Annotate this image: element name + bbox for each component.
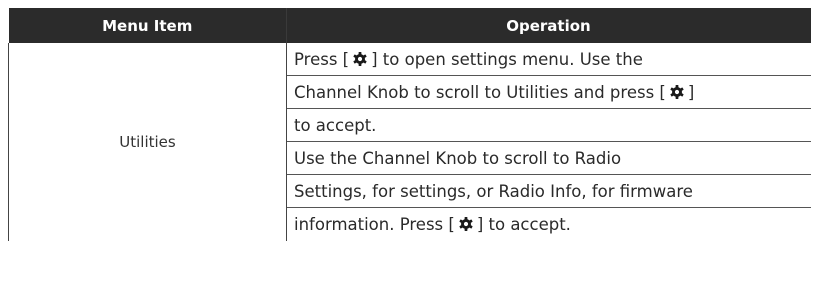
operation-line: information. Press [ ] to accept. xyxy=(287,208,811,241)
operation-text: ] xyxy=(687,83,695,102)
operation-line: Press [ ] to open settings menu. Use the xyxy=(287,43,811,76)
operation-line: to accept. xyxy=(287,109,811,142)
operation-text: Use the Channel Knob to scroll to Radio xyxy=(294,149,622,168)
operation-line: Use the Channel Knob to scroll to Radio xyxy=(287,142,811,175)
operation-text: Channel Knob to scroll to Utilities and … xyxy=(294,83,666,102)
table-row: Utilities Press [ ] to open settings menu… xyxy=(8,43,811,241)
header-operation: Operation xyxy=(286,8,811,43)
operation-text: information. Press [ xyxy=(294,215,455,234)
operation-text: to accept. xyxy=(294,116,377,135)
operation-text: Press [ xyxy=(294,50,350,69)
gear-icon xyxy=(458,210,474,231)
table-header-row: Menu Item Operation xyxy=(8,8,811,43)
settings-table: Menu Item Operation Utilities Press [] t… xyxy=(8,8,811,241)
operation-text: Settings, for settings, or Radio Info, f… xyxy=(294,182,693,201)
operation-line: Settings, for settings, or Radio Info, f… xyxy=(287,175,811,208)
operation-text: ] to open settings menu. Use the xyxy=(371,50,643,69)
operation-text: ] to accept. xyxy=(476,215,571,234)
gear-icon xyxy=(352,45,368,66)
menu-item-cell: Utilities xyxy=(8,43,287,241)
operation-line: Channel Knob to scroll to Utilities and … xyxy=(287,76,811,109)
gear-icon xyxy=(669,78,685,99)
header-menu-item: Menu Item xyxy=(8,8,287,43)
operation-cell: Press [] to open settings menu. Use the … xyxy=(287,43,811,241)
